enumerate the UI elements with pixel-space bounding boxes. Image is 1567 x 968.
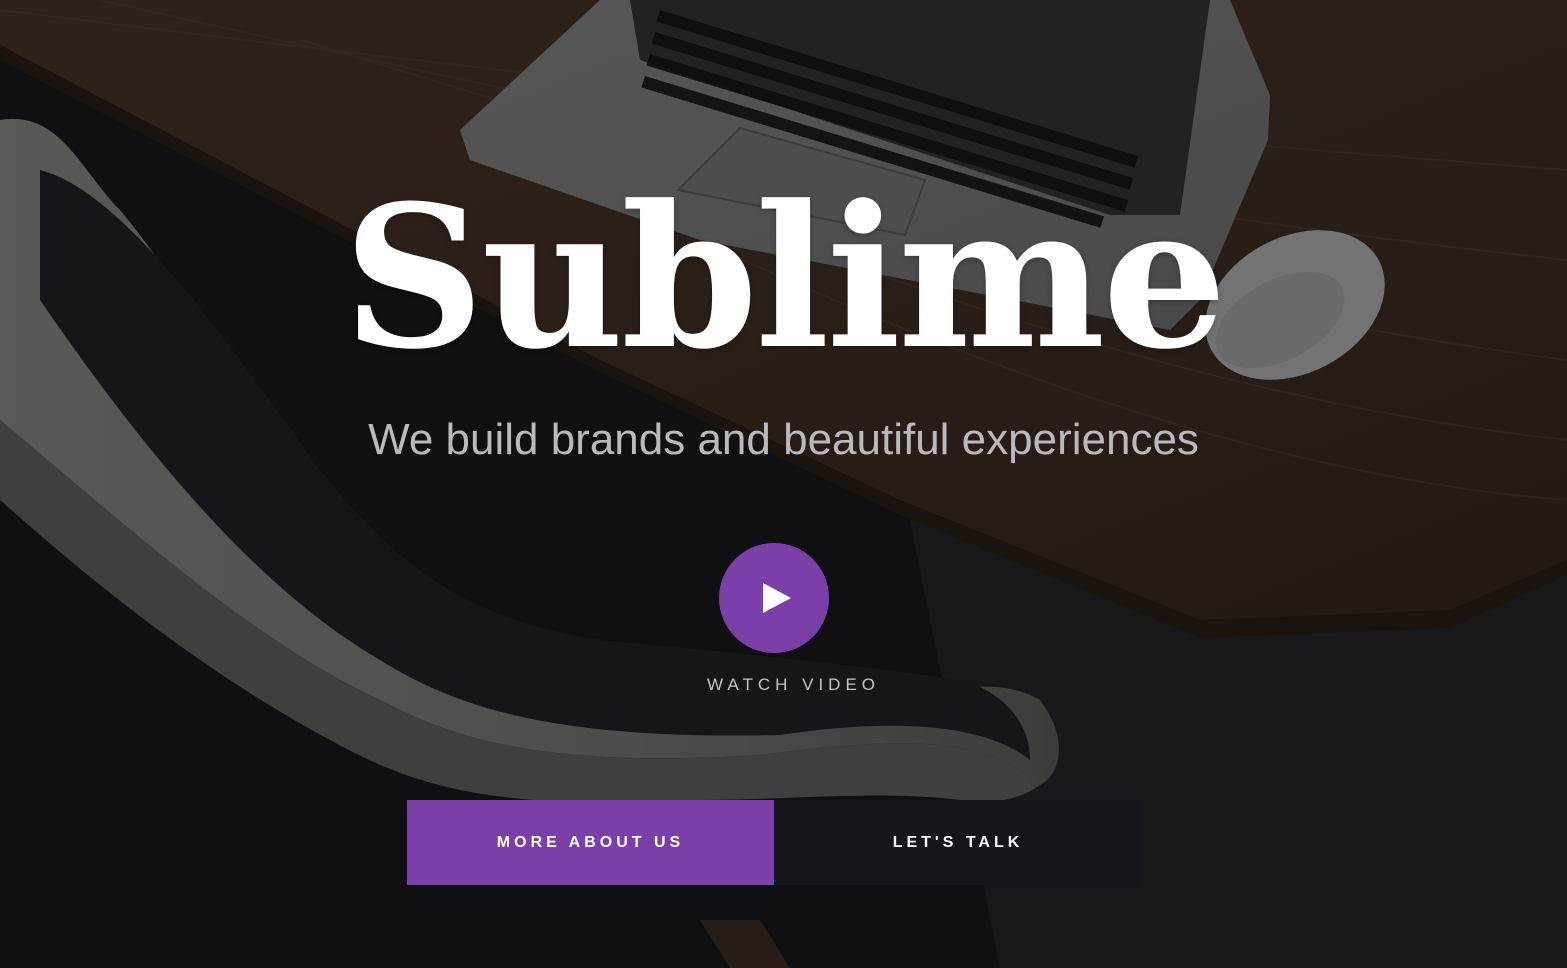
hero-content: Sublime We build brands and beautiful ex… (0, 0, 1567, 968)
lets-talk-button[interactable]: LET'S TALK (774, 800, 1142, 885)
play-icon (763, 583, 791, 613)
cta-group: MORE ABOUT US LET'S TALK (407, 800, 1142, 885)
play-video-button[interactable] (719, 543, 829, 653)
brand-title: Sublime (342, 163, 1227, 393)
tagline: We build brands and beautiful experience… (368, 415, 1199, 464)
more-about-us-button[interactable]: MORE ABOUT US (407, 800, 774, 885)
hero-section: Sublime We build brands and beautiful ex… (0, 0, 1567, 968)
watch-video-label[interactable]: WATCH VIDEO (0, 675, 1567, 695)
